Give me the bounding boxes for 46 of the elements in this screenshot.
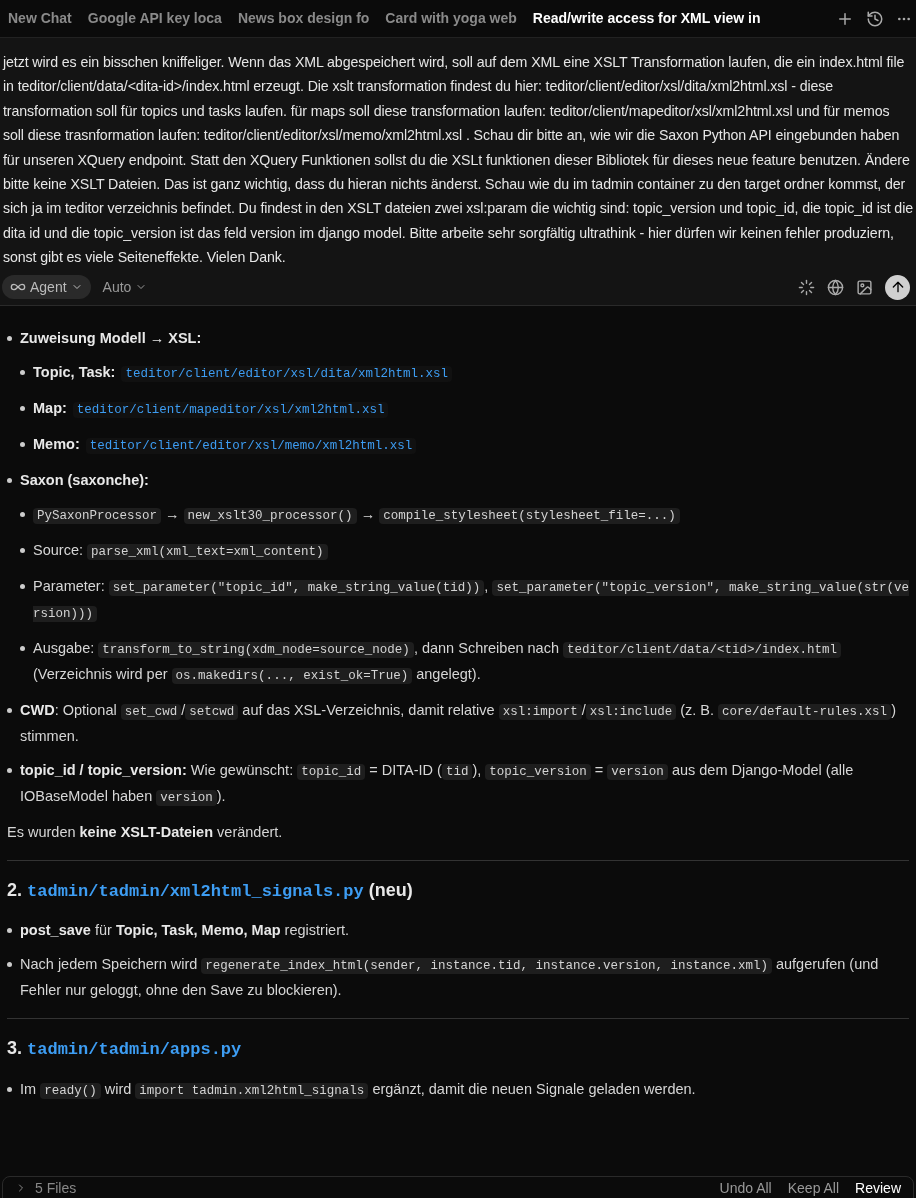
bullet-icon: [7, 1086, 12, 1092]
list-item-text: PySaxonProcessor → new_xslt30_processor() → compile_stylesheet(stylesheet_file=...): [33, 501, 909, 528]
bullet-icon: [20, 369, 25, 375]
bullet-icon: [7, 707, 12, 713]
section-heading: 2. tadmin/tadmin/xml2html_signals.py (neu): [7, 878, 414, 903]
list-item-text: Ausgabe: transform_to_string(xdm_node=source_node) , dann Schreiben nach teditor/client/data/<tid>/index.html (Verzeichnis wird per os.makedirs(..., exist_ok=True) angelegt).: [33, 635, 909, 688]
list-item-text: Saxon (saxonche):: [20, 470, 150, 490]
chat-tab[interactable]: New Chat: [0, 8, 80, 29]
bullet-icon: [7, 962, 12, 968]
list-item-text: Topic, Task: teditor/client/editor/xsl/dita/xml2html.xsl: [33, 359, 909, 386]
image-icon[interactable]: [856, 278, 873, 296]
bullet-icon: [20, 511, 25, 517]
send-button[interactable]: [885, 274, 910, 300]
list-item-text: topic_id / topic_version: Wie gewünscht: topic_id = DITA-ID ( tid ), topic_version = version aus dem Django-Model (alle IOBaseModel haben version ).: [20, 760, 855, 808]
bullet-icon: [7, 477, 12, 483]
bullet-icon: [7, 928, 12, 934]
bullet-icon: [20, 441, 25, 447]
history-icon[interactable]: [866, 9, 884, 28]
review-action[interactable]: Keep All: [787, 1177, 840, 1198]
mode-selector[interactable]: Agent: [2, 275, 91, 300]
files-toggle[interactable]: 5 Files: [15, 1177, 77, 1198]
chat-tab[interactable]: Card with yoga web: [377, 8, 525, 29]
list-item-text: Map: teditor/client/mapeditor/xsl/xml2html.xsl: [33, 395, 909, 422]
section-heading: 3. tadmin/tadmin/apps.py: [7, 1037, 243, 1062]
bullet-icon: [20, 645, 25, 651]
bullet-icon: [20, 583, 25, 589]
bullet-icon: [7, 335, 12, 341]
list-item-text: CWD: Optional set_cwd / setcwd auf das XSL-Verzeichnis, damit relative xsl:import / xsl:include (z. B. core/default-rules.xsl ) stimmen.: [20, 700, 897, 746]
summary-text: Es wurden keine XSLT-Dateien verändert.: [7, 822, 284, 842]
bullet-icon: [20, 405, 25, 411]
list-item-text: Zuweisung Modell → XSL:: [20, 328, 203, 348]
globe-icon[interactable]: [827, 278, 844, 296]
bullet-icon: [20, 547, 25, 553]
list-item-text: Source: parse_xml(xml_text=xml_content): [33, 537, 909, 564]
model-selector[interactable]: Auto: [98, 276, 152, 298]
chat-tab[interactable]: Google API key loca: [79, 8, 230, 29]
list-item-text: Im ready() wird import tadmin.xml2html_signals ergänzt, damit die neuen Signale geladen werden.: [20, 1079, 697, 1101]
review-action[interactable]: Undo All: [719, 1177, 772, 1198]
list-item-text: Memo: teditor/client/editor/xsl/memo/xml2html.xsl: [33, 431, 909, 458]
list-item-text: Nach jedem Speichern wird regenerate_index_html(sender, instance.tid, instance.version, instance.xml) aufgerufen (und Fehler nur geloggt, ohne den Save zu blockieren).: [20, 955, 880, 1001]
list-item-text: post_save für Topic, Task, Memo, Map registriert.: [20, 921, 351, 941]
chat-tab[interactable]: Read/write access for XML view in: [524, 8, 769, 29]
bullet-icon: [7, 767, 12, 773]
chat-tab[interactable]: News box design fo: [229, 8, 378, 29]
review-action[interactable]: Review: [855, 1177, 901, 1198]
prompt-text[interactable]: jetzt wird es ein bisschen kniffeliger. Wenn das XML abgespeichert wird, soll auf dem XML eine XSLT Transformation laufen, die ein index.html file in teditor/client/data/<dita-id>/index.html erzeugt. Die xslt transformation findest du hier: teditor/client/editor/xsl/dita/xml2html.xsl - diese transformation soll für topics und tasks laufen. für maps soll diese transformation laufen: teditor/client/mapeditor/xsl/xml2html.xsl und für memos soll diese trasnformation laufen: teditor/client/editor/xsl/memo/xml2html.xsl . Schau dir bitte an, wie wir die Saxon Python API eingebunden haben für unseren XQuery endpoint. Statt den XQuery Funktionen sollst du die XSLt funktionen dieser Bibliotek für dieses neue feature benutzen. Ändere bitte keine XSLT Dateien. Das ist ganz wichtig, dass du hieran nichts änderst. Schau wie du im tadmin container zu den target ordner kommst, der sich ja im teditor verzeichnis befindet. Du findest in den XSLT dateien zwei xsl:param die wichtig sind: topic_version und topic_id, die topic_id ist die dita id und die topic_version ist das feld version im django model. Bitte arbeite sehr sorgfältig ultrathink - hier dürfen wir keinen fehler produziern, sonst gibt es viele Seiteneffekte. Vielen Dank.: [2, 38, 914, 270]
